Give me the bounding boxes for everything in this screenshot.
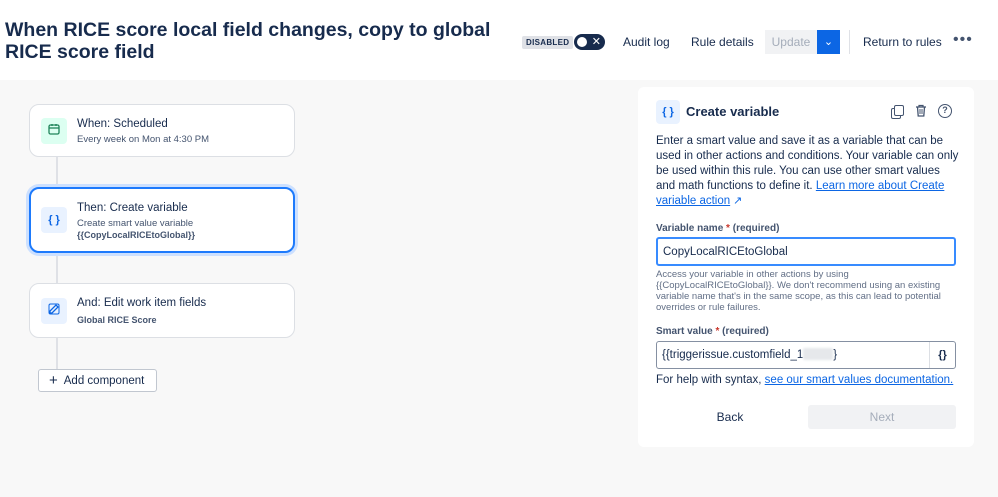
smart-value-picker-button[interactable]: {} [929,342,955,368]
action-node-edit-fields[interactable]: And: Edit work item fields Global RICE S… [29,283,295,338]
syntax-help: For help with syntax, see our smart valu… [656,374,953,386]
trigger-node-scheduled[interactable]: When: Scheduled Every week on Mon at 4:3… [29,104,295,157]
action-node-create-variable[interactable]: { } Then: Create variable Create smart v… [29,187,295,253]
smart-value-suffix: } [833,349,838,361]
add-component-button[interactable]: + Add component [38,369,157,392]
page-title: When RICE score local field changes, cop… [5,19,491,63]
calendar-icon [41,118,67,144]
redacted-value [803,348,834,360]
status-badge: DISABLED [522,36,574,49]
required-star: * [715,326,720,337]
syntax-help-text: For help with syntax, [656,374,762,386]
return-to-rules-button[interactable]: Return to rules [863,31,942,53]
smart-value-text: {{triggerissue.customfield_1} [662,348,837,361]
delete-icon[interactable] [914,104,928,118]
panel-title: Create variable [686,104,780,119]
braces-icon: { } [656,100,680,124]
more-options-icon[interactable]: ••• [953,31,973,53]
braces-icon: { } [41,207,67,233]
audit-log-button[interactable]: Audit log [623,31,670,53]
enable-toggle[interactable]: ✕ [574,34,605,50]
node-subtitle: Every week on Mon at 4:30 PM [77,134,210,145]
update-dropdown-button[interactable]: ⌄ [817,30,840,54]
node-title: When: Scheduled [77,118,168,130]
back-button[interactable]: Back [700,405,760,429]
required-star: * [726,223,730,234]
external-link-icon: ↗ [733,195,743,207]
required-text: (required) [732,223,780,234]
smart-value-label: Smart value * (required) [656,326,769,337]
variable-name-input[interactable] [656,237,956,266]
create-variable-panel: { } Create variable ? Enter a smart valu… [638,87,974,447]
variable-name-label: Variable name * (required) [656,223,779,234]
duplicate-icon[interactable] [890,104,904,119]
add-component-label: Add component [63,375,145,387]
variable-help-text: Access your variable in other actions by… [656,269,941,313]
update-button[interactable]: Update [765,30,817,54]
connector-line [56,338,58,369]
node-subtitle: Create smart value variable [77,218,194,229]
chevron-down-icon: ⌄ [823,36,834,48]
edit-icon [41,298,67,324]
node-title: And: Edit work item fields [77,297,207,309]
toggle-knob [577,37,587,47]
rule-details-button[interactable]: Rule details [691,31,754,53]
connector-line [56,253,58,283]
smart-values-docs-link[interactable]: see our smart values documentation. [765,374,954,386]
panel-description: Enter a smart value and save it as a var… [656,134,961,209]
top-bar: When RICE score local field changes, cop… [0,0,998,80]
divider [849,30,850,54]
plus-icon: + [49,372,58,389]
node-detail: Global RICE Score [77,315,157,325]
node-detail: {{CopyLocalRICEtoGlobal}} [77,230,196,240]
next-button[interactable]: Next [808,405,956,429]
smart-value-input[interactable]: {{triggerissue.customfield_1} {} [656,341,956,369]
required-text: (required) [722,326,769,337]
label-text: Variable name [656,223,724,234]
node-title: Then: Create variable [77,202,188,214]
smart-value-prefix: {{triggerissue.customfield_1 [662,349,804,361]
label-text: Smart value [656,326,713,337]
help-icon[interactable]: ? [938,104,952,118]
connector-line [56,157,58,187]
close-icon: ✕ [591,36,601,48]
